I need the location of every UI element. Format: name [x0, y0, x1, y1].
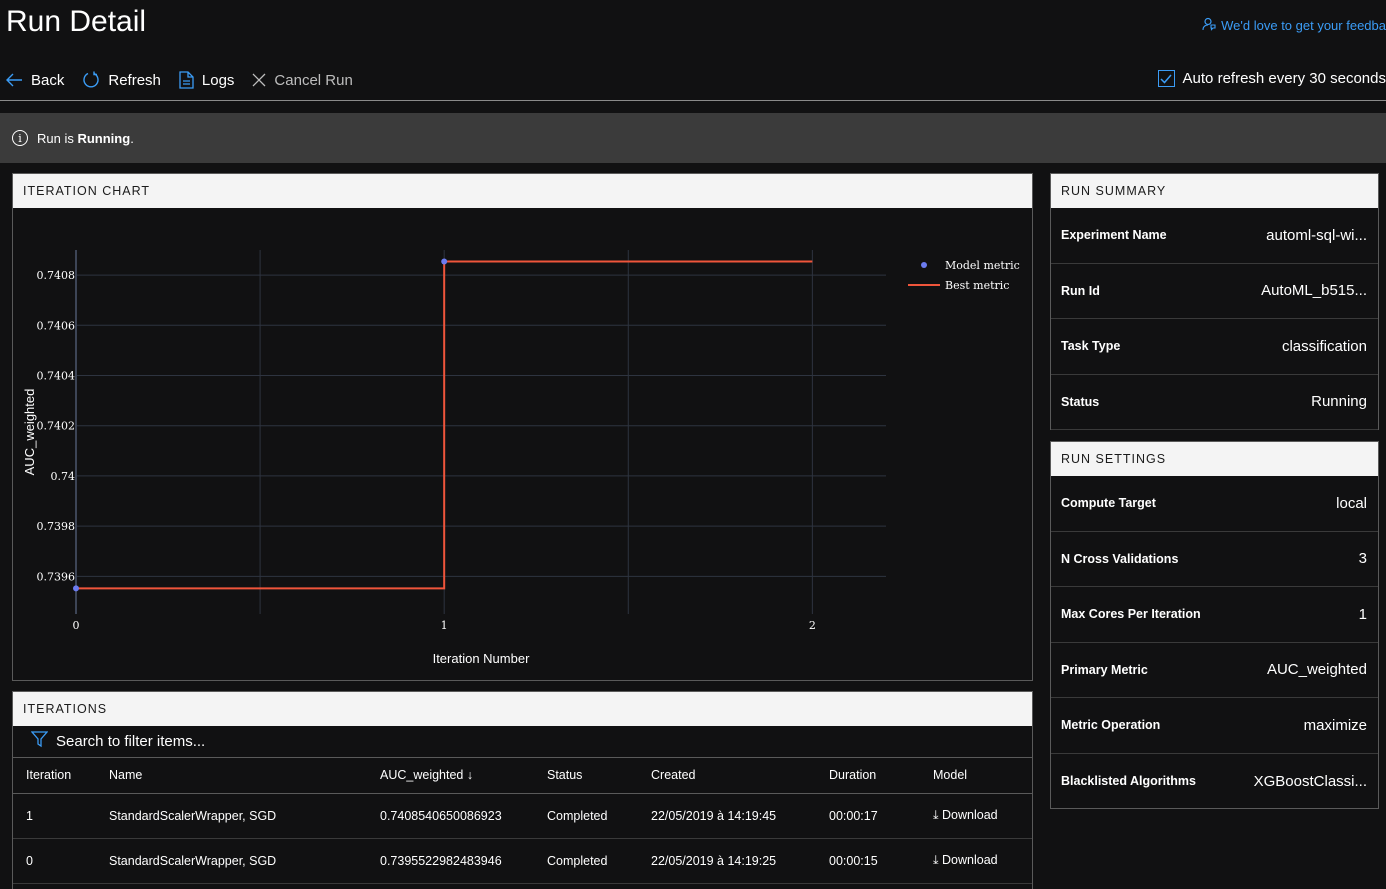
settings-row-compute-target: Compute Target local: [1051, 476, 1378, 532]
iteration-chart: 0.7396 0.7398 0.74 0.7402 0.7404 0.7406 0.7408…: [22, 250, 1020, 666]
settings-row-primary-metric: Primary Metric AUC_weighted: [1051, 643, 1378, 698]
cancel-run-label: Cancel Run: [274, 71, 353, 89]
x-axis-title: Iteration Number: [433, 651, 530, 666]
iteration-chart-panel: ITERATION CHART 0.7396 0.7398 0.74 0.7402 0.…: [12, 173, 1033, 681]
back-button[interactable]: Back: [6, 72, 64, 89]
auto-refresh-label: Auto refresh every 30 seconds: [1182, 70, 1386, 87]
auto-refresh-toggle[interactable]: Auto refresh every 30 seconds: [1157, 70, 1386, 87]
column-model[interactable]: Model: [920, 758, 1032, 794]
download-link[interactable]: ⤓ Download: [920, 838, 1032, 884]
run-summary-header: RUN SUMMARY: [1051, 174, 1378, 208]
run-settings-panel: RUN SETTINGS Compute Target local N Cross…: [1050, 441, 1379, 809]
filter-search-box[interactable]: Search to filter items...: [13, 726, 1032, 758]
back-label: Back: [31, 71, 65, 89]
cell-iteration: 0: [13, 838, 96, 884]
settings-row-blacklisted-algorithms: Blacklisted Algorithms XGBoostClassi...: [1061, 772, 1367, 790]
run-detail-page: Run Detail We'd love to get your feedba …: [0, 0, 1386, 889]
arrow-left-icon: [6, 73, 23, 87]
y-axis-title: AUC_weighted: [22, 389, 37, 476]
y-tick-label: 0.7398: [37, 520, 76, 533]
cell-name-link[interactable]: StandardScalerWrapper, SGD: [96, 793, 367, 839]
column-auc-weighted[interactable]: AUC_weighted ↓: [367, 758, 534, 794]
cell-created: 22/05/2019 à 14:19:45: [638, 793, 816, 839]
document-icon: [179, 71, 194, 89]
table-header-row: Iteration Name AUC_weighted ↓ Status Cre…: [13, 758, 1032, 794]
cell-duration: 00:00:15: [816, 838, 920, 884]
run-settings-header: RUN SETTINGS: [1051, 442, 1378, 476]
summary-row-experiment-name: Experiment Name automl-sql-wi...: [1051, 208, 1378, 264]
filter-icon: [30, 731, 49, 752]
model-metric-point: [441, 258, 448, 265]
cell-iteration: 1: [13, 793, 96, 839]
y-tick-label: 0.7408: [37, 269, 76, 282]
status-state: Running: [77, 130, 131, 146]
summary-row-task-type: Task Type classification: [1051, 319, 1378, 375]
y-tick-label: 0.7396: [37, 570, 76, 583]
toolbar-divider: [0, 100, 1386, 101]
refresh-button[interactable]: Refresh: [82, 71, 161, 89]
settings-row-n-cross-validations: N Cross Validations 3: [1051, 532, 1378, 587]
iterations-table: Iteration Name AUC_weighted ↓ Status Cre…: [13, 758, 1032, 884]
iterations-header: ITERATIONS: [13, 692, 1032, 726]
y-tick-label: 0.7404: [37, 370, 76, 383]
cell-status: Completed: [534, 838, 638, 884]
summary-row-run-id: Run Id AutoML_b515...: [1051, 264, 1378, 319]
legend-best-metric-label: Best metric: [945, 279, 1009, 292]
summary-row-status: Status Running: [1051, 375, 1378, 430]
cell-duration: 00:00:17: [816, 793, 920, 839]
status-message: Run is Running.: [37, 130, 134, 146]
filter-input[interactable]: Search to filter items...: [56, 733, 205, 750]
column-iteration[interactable]: Iteration: [13, 758, 96, 794]
cell-created: 22/05/2019 à 14:19:25: [638, 838, 816, 884]
x-tick-label: 2: [809, 619, 816, 632]
table-row[interactable]: 0 StandardScalerWrapper, SGD 0.739552298…: [13, 838, 1032, 884]
feedback-link[interactable]: We'd love to get your feedba: [1202, 17, 1386, 34]
column-name[interactable]: Name: [96, 758, 367, 794]
cell-status: Completed: [534, 793, 638, 839]
y-tick-label: 0.7402: [37, 420, 76, 433]
logs-label: Logs: [201, 71, 235, 89]
legend-model-metric-marker: [921, 262, 927, 268]
download-link[interactable]: ⤓ Download: [920, 793, 1032, 839]
column-created[interactable]: Created: [638, 758, 816, 794]
table-row[interactable]: 1 StandardScalerWrapper, SGD 0.740854065…: [13, 793, 1032, 839]
column-duration[interactable]: Duration: [816, 758, 920, 794]
iterations-panel: ITERATIONS Search to filter items... Ite…: [12, 691, 1033, 889]
close-icon: [252, 73, 266, 87]
sort-descending-icon: ↓: [466, 768, 474, 783]
column-status[interactable]: Status: [534, 758, 638, 794]
best-metric-line: [76, 260, 813, 590]
logs-button[interactable]: Logs: [179, 71, 235, 89]
iteration-chart-header: ITERATION CHART: [13, 174, 1032, 208]
settings-row-max-cores: Max Cores Per Iteration 1: [1051, 587, 1378, 643]
model-metric-point: [73, 585, 79, 592]
cancel-run-button[interactable]: Cancel Run: [252, 71, 353, 89]
feedback-text: We'd love to get your feedba: [1221, 18, 1386, 33]
download-icon: ⤓: [933, 853, 939, 867]
y-tick-label: 0.7406: [37, 319, 76, 332]
legend-model-metric-label: Model metric: [945, 259, 1020, 272]
run-summary-panel: RUN SUMMARY Experiment Name automl-sql-wi…: [1050, 173, 1379, 430]
auto-refresh-checkbox[interactable]: [1157, 70, 1175, 87]
download-icon: ⤓: [933, 808, 939, 822]
feedback-icon: [1202, 17, 1216, 34]
cell-name-link[interactable]: StandardScalerWrapper, SGD: [96, 838, 367, 884]
x-tick-label: 1: [441, 619, 448, 632]
info-icon: i: [12, 130, 28, 146]
refresh-label: Refresh: [108, 71, 161, 89]
refresh-icon: [82, 71, 100, 89]
page-title: Run Detail: [6, 5, 147, 38]
y-tick-label: 0.74: [51, 470, 76, 483]
settings-row-metric-operation: Metric Operation maximize: [1051, 698, 1378, 754]
cell-auc: 0.7408540650086923: [367, 793, 534, 839]
cell-auc: 0.7395522982483946: [367, 838, 534, 884]
x-tick-label: 0: [73, 619, 80, 632]
command-bar: Back Refresh Logs Cancel Run: [0, 66, 371, 94]
status-banner: i Run is Running.: [0, 113, 1386, 163]
